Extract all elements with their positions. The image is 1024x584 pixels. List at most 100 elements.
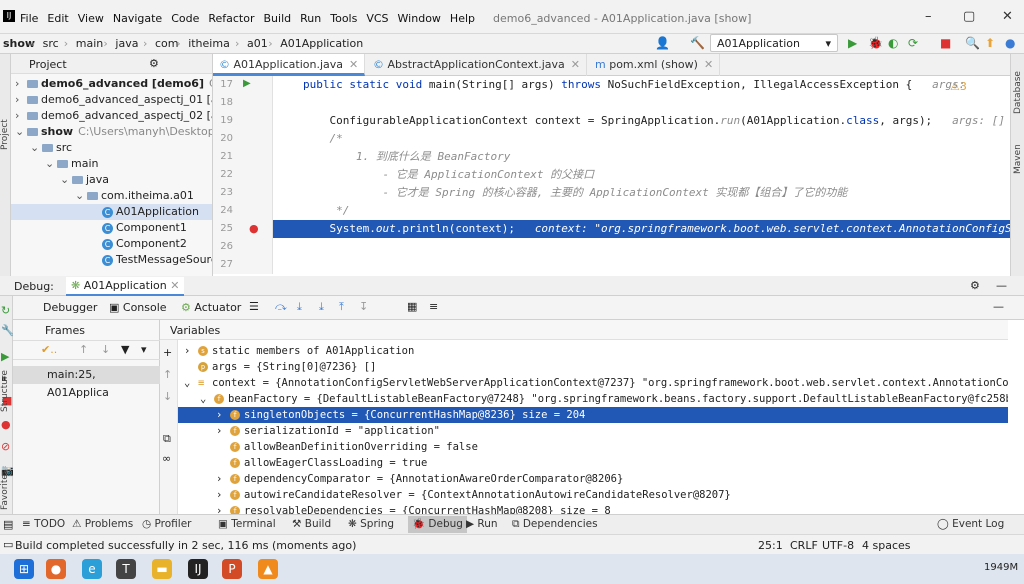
bottom-tab-profiler[interactable]: ◷ Profiler — [142, 518, 191, 530]
settings-icon[interactable]: ⚙ — [970, 279, 980, 292]
menu-item-tools[interactable]: Tools — [330, 12, 357, 25]
status-icon[interactable]: ▭ — [3, 538, 13, 551]
project-tree-item[interactable]: ›demo6_advanced [demo6]C:\Us — [11, 76, 212, 92]
explorer-icon[interactable]: ▬ — [152, 559, 172, 579]
database-tool-label[interactable]: Database — [1013, 71, 1023, 114]
project-header-label[interactable]: Project — [29, 58, 67, 71]
close-icon[interactable]: ✕ — [349, 58, 358, 71]
event-log-button[interactable]: ◯ Event Log — [937, 518, 1004, 530]
chevron-down-icon[interactable]: ⌄ — [60, 172, 72, 188]
evaluate-icon[interactable]: ▦ — [407, 300, 417, 313]
project-tree-item[interactable]: C A01Application — [11, 204, 212, 220]
menu-item-refactor[interactable]: Refactor — [208, 12, 254, 25]
breakpoint-icon[interactable]: ● — [249, 222, 259, 235]
minimize-button[interactable]: – — [925, 9, 932, 24]
maximize-button[interactable]: ▢ — [963, 9, 975, 24]
coverage-icon[interactable]: ◐ — [888, 36, 898, 50]
close-icon[interactable]: ✕ — [704, 58, 713, 71]
project-tree-item[interactable]: ⌄ java — [11, 172, 109, 188]
chevron-down-icon[interactable]: ⌄ — [45, 156, 57, 172]
structure-tool-label[interactable]: Structure — [0, 370, 10, 412]
typora-icon[interactable]: T — [116, 559, 136, 579]
menu-item-run[interactable]: Run — [300, 12, 321, 25]
project-tree-item[interactable]: C TestMessageSourc — [11, 252, 212, 268]
breadcrumb-item[interactable]: main — [76, 37, 103, 50]
menu-item-build[interactable]: Build — [264, 12, 292, 25]
project-tree-item[interactable]: › demo6_advanced_aspectj_02 [a — [11, 108, 212, 124]
bottom-tab-build[interactable]: ⚒ Build — [292, 518, 331, 530]
variable-row[interactable]: p args = {String[0]@7236} [] — [178, 359, 1008, 375]
status-message[interactable]: Build completed successfully in 2 sec, 1… — [15, 539, 356, 552]
hide-icon[interactable]: — — [993, 300, 1004, 313]
code-editor[interactable]: ⚠3 public static void main(String[] args… — [273, 76, 1010, 274]
variable-row[interactable]: › f resolvableDependencies = {ConcurrentHa… — [178, 503, 1008, 514]
hammer-icon[interactable]: 🔨 — [690, 36, 705, 50]
chevron-right-icon[interactable]: › — [216, 423, 230, 439]
run-config-select[interactable]: A01Application ▾ — [710, 34, 838, 52]
variable-row[interactable]: › s static members of A01Application — [178, 343, 1008, 359]
menu-item-help[interactable]: Help — [450, 12, 475, 25]
menu-item-window[interactable]: Window — [398, 12, 441, 25]
search-icon[interactable]: 🔍 — [965, 36, 980, 50]
layout-icon[interactable]: ≡ — [429, 300, 438, 313]
view-breakpoints-icon[interactable]: ● — [1, 418, 11, 431]
down-icon[interactable]: ↓ — [163, 390, 172, 403]
layout-icon[interactable]: ▤ — [3, 518, 13, 531]
clock[interactable]: 1949M — [984, 562, 1018, 573]
bottom-tab-problems[interactable]: ⚠ Problems — [72, 518, 133, 530]
project-tree-item[interactable]: ⌄ main — [11, 156, 98, 172]
chevron-right-icon[interactable]: › — [216, 487, 230, 503]
editor-tab[interactable]: m pom.xml (show) ✕ — [589, 54, 721, 76]
chevron-down-icon[interactable]: ⌄ — [184, 375, 198, 391]
chevron-right-icon[interactable]: › — [216, 503, 230, 514]
bottom-tab-dependencies[interactable]: ⧉ Dependencies — [512, 518, 598, 531]
project-tree-item[interactable]: ⌄ src — [11, 140, 72, 156]
variable-row[interactable]: › f dependencyComparator = {AnnotationAwar… — [178, 471, 1008, 487]
chevron-down-icon[interactable]: ▾ — [141, 343, 147, 356]
frame-item[interactable]: main:25, A01Applica — [13, 366, 160, 399]
breadcrumb-item[interactable]: a01 — [247, 37, 268, 50]
rerun-icon[interactable]: ↻ — [1, 304, 10, 317]
glasses-icon[interactable]: ∞ — [162, 452, 171, 465]
project-tree-item[interactable]: › demo6_advanced_aspectj_01 [a — [11, 92, 212, 108]
breadcrumb-item[interactable]: src — [43, 37, 59, 50]
intellij-icon[interactable]: IJ — [188, 559, 208, 579]
tab-console[interactable]: ▣ Console — [109, 301, 167, 314]
bottom-tab-run[interactable]: ▶ Run — [466, 518, 498, 530]
menu-item-file[interactable]: File — [20, 12, 38, 25]
step-over-icon[interactable]: ⤓ — [297, 300, 302, 314]
run-icon[interactable]: ▶ — [848, 36, 857, 50]
editor-tab[interactable]: © AbstractApplicationContext.java ✕ — [367, 54, 587, 76]
show-execution-point-icon[interactable]: ⤼ — [275, 300, 287, 314]
hide-icon[interactable]: — — [996, 279, 1007, 292]
breadcrumb-item[interactable]: java — [115, 37, 138, 50]
close-icon[interactable]: ✕ — [571, 58, 580, 71]
resume-icon[interactable]: ▶ — [1, 350, 9, 363]
project-tree-item[interactable]: C Component1 — [11, 220, 187, 236]
powerpoint-icon[interactable]: P — [222, 559, 242, 579]
breadcrumb-item[interactable]: A01Application — [280, 37, 363, 50]
project-tree-item[interactable]: ⌄ show C:\Users\manyh\Desktop\ — [11, 124, 212, 140]
project-tool-label[interactable]: Project — [0, 119, 10, 150]
firefox-icon[interactable]: ● — [46, 559, 66, 579]
debug-config-tab[interactable]: ❋ A01Application ✕ — [66, 277, 185, 296]
line-separator[interactable]: CRLF — [790, 539, 818, 552]
add-watch-icon[interactable]: + — [163, 346, 172, 359]
menu-icon[interactable]: ☰ — [249, 300, 259, 313]
user-icon[interactable]: 👤 — [655, 36, 670, 50]
chevron-down-icon[interactable]: ⌄ — [15, 124, 27, 140]
bottom-tab-todo[interactable]: ≡ TODO — [22, 518, 65, 530]
chevron-right-icon[interactable]: › — [216, 407, 230, 423]
menu-item-code[interactable]: Code — [171, 12, 199, 25]
chevron-right-icon[interactable]: › — [184, 343, 198, 359]
profile-icon[interactable]: ⟳ — [908, 36, 918, 50]
caret-position[interactable]: 25:1 — [758, 539, 783, 552]
mute-breakpoints-icon[interactable]: ⊘ — [1, 440, 10, 453]
chevron-down-icon[interactable]: ⌄ — [200, 391, 214, 407]
variable-row[interactable]: › f autowireCandidateResolver = {ContextAn… — [178, 487, 1008, 503]
project-tree-item[interactable]: C Component2 — [11, 236, 187, 252]
variable-row[interactable]: ⌄ ≡ context = {AnnotationConfigServletWebS… — [178, 375, 1008, 391]
editor-tab[interactable]: © A01Application.java ✕ — [213, 54, 366, 76]
bottom-tab-terminal[interactable]: ▣ Terminal — [218, 518, 276, 530]
chevron-down-icon[interactable]: ⌄ — [75, 188, 87, 204]
